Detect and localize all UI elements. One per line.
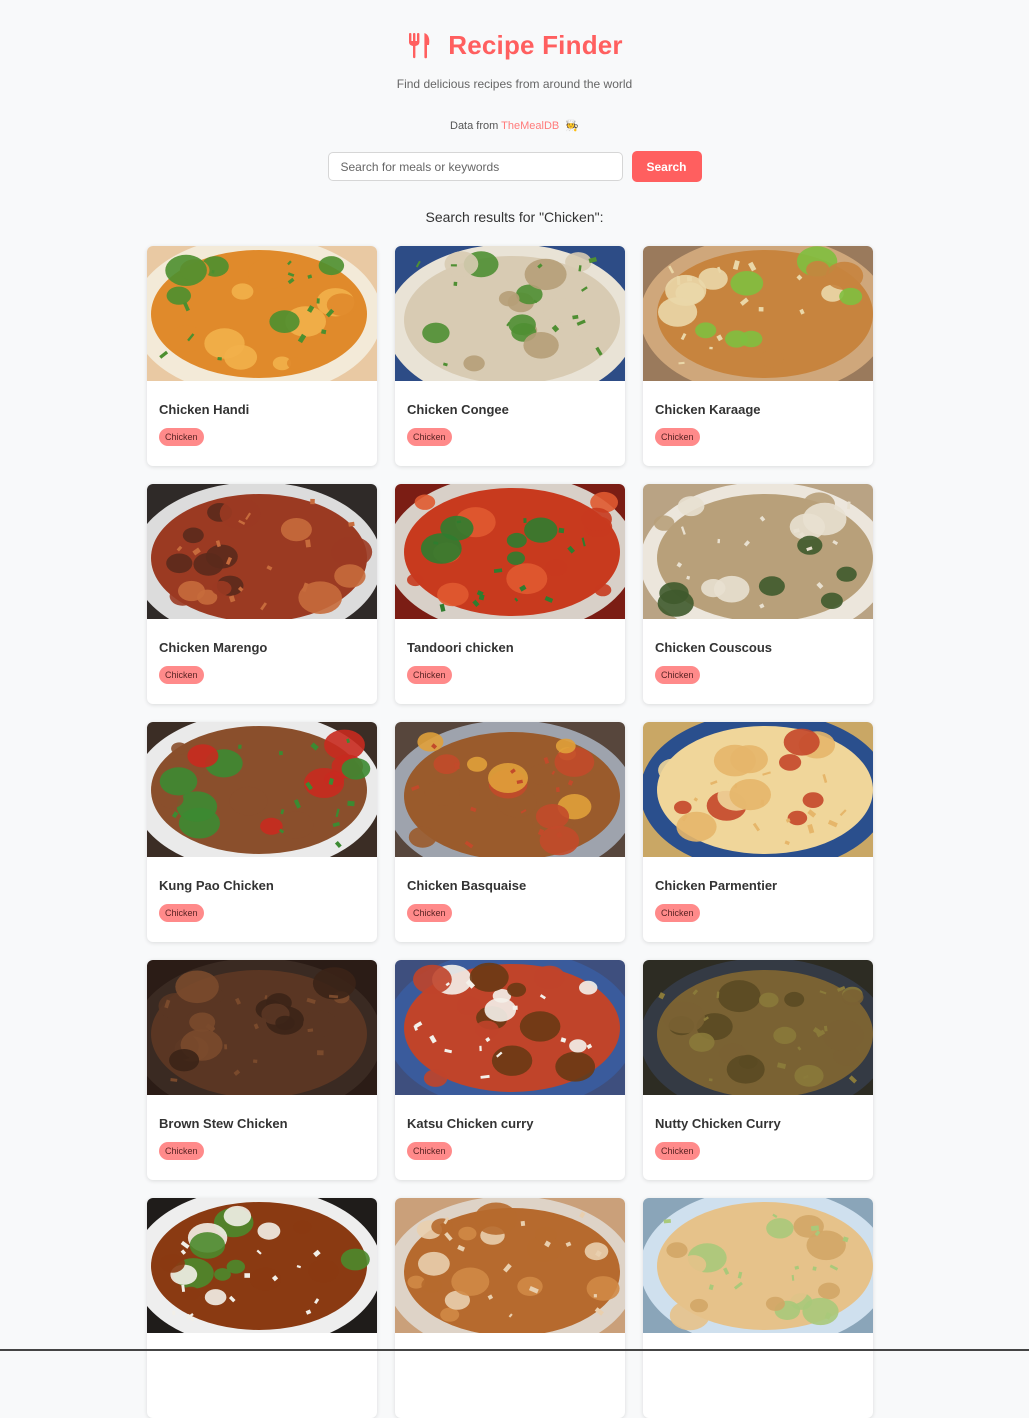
chicken-handi-image	[147, 246, 377, 381]
nutty-chicken-curry-image	[643, 960, 873, 1095]
recipe-title[interactable]: Nutty Chicken Curry	[655, 1116, 861, 1132]
recipe-card-body: Kung Pao Chicken Chicken	[147, 857, 377, 922]
chicken-pie-image	[643, 1198, 873, 1333]
recipe-card-body: Chicken Parmentier Chicken	[643, 857, 873, 922]
recipe-title[interactable]: Tandoori chicken	[407, 640, 613, 656]
recipe-card-body	[147, 1333, 377, 1347]
recipe-title[interactable]: Chicken Marengo	[159, 640, 365, 656]
recipe-title[interactable]: Brown Stew Chicken	[159, 1116, 365, 1132]
category-badge: Chicken	[655, 904, 700, 922]
category-badge: Chicken	[407, 1142, 452, 1160]
recipe-card[interactable]: Katsu Chicken curry Chicken	[395, 960, 625, 1180]
title-row: Recipe Finder	[0, 28, 1029, 62]
recipe-card[interactable]: Chicken Congee Chicken	[395, 246, 625, 466]
recipe-card-body: Katsu Chicken curry Chicken	[395, 1095, 625, 1160]
themealdb-link[interactable]: TheMealDB	[501, 120, 559, 132]
fork-knife-icon	[409, 33, 430, 59]
page-header: Recipe Finder Find delicious recipes fro…	[0, 0, 1029, 225]
teriyaki-chicken-image	[147, 1198, 377, 1333]
recipe-card-body: Chicken Couscous Chicken	[643, 619, 873, 684]
page-title: Recipe Finder	[448, 29, 623, 60]
chef-emoji-icon: 🧑‍🍳	[565, 120, 579, 132]
recipe-title[interactable]: Chicken Karaage	[655, 402, 861, 418]
recipe-title[interactable]: Chicken Couscous	[655, 640, 861, 656]
search-button[interactable]: Search	[631, 151, 702, 182]
results-heading: Search results for "Chicken":	[425, 209, 604, 225]
chicken-parmentier-image	[643, 722, 873, 857]
recipe-grid: Chicken Handi Chicken Chicken Congee Chicke…	[147, 246, 873, 1418]
recipe-card[interactable]: Kung Pao Chicken Chicken	[147, 722, 377, 942]
recipe-card[interactable]	[395, 1198, 625, 1418]
page-subtitle: Find delicious recipes from around the w…	[396, 77, 633, 91]
recipe-title[interactable]: Katsu Chicken curry	[407, 1116, 613, 1132]
chicken-marengo-image	[147, 484, 377, 619]
category-badge: Chicken	[655, 428, 700, 446]
recipe-card[interactable]	[147, 1198, 377, 1418]
recipe-card[interactable]: Chicken Marengo Chicken	[147, 484, 377, 704]
recipe-card[interactable]: Chicken Handi Chicken	[147, 246, 377, 466]
fried-chicken-image	[395, 1198, 625, 1333]
search-input[interactable]	[327, 152, 623, 181]
recipe-title[interactable]: Chicken Basquaise	[407, 878, 613, 894]
brown-stew-chicken-image	[147, 960, 377, 1095]
recipe-card-body: Chicken Marengo Chicken	[147, 619, 377, 684]
recipe-card-body: Chicken Karaage Chicken	[643, 381, 873, 446]
recipe-card[interactable]: Chicken Parmentier Chicken	[643, 722, 873, 942]
category-badge: Chicken	[407, 666, 452, 684]
tandoori-chicken-image	[395, 484, 625, 619]
recipe-card-body: Brown Stew Chicken Chicken	[147, 1095, 377, 1160]
recipe-title[interactable]: Chicken Handi	[159, 402, 365, 418]
chicken-congee-image	[395, 246, 625, 381]
category-badge: Chicken	[159, 904, 204, 922]
category-badge: Chicken	[407, 428, 452, 446]
recipe-card[interactable]: Chicken Karaage Chicken	[643, 246, 873, 466]
chicken-couscous-image	[643, 484, 873, 619]
kung-pao-chicken-image	[147, 722, 377, 857]
search-bar: Search	[0, 151, 1029, 182]
recipe-card[interactable]: Chicken Basquaise Chicken	[395, 722, 625, 942]
katsu-chicken-curry-image	[395, 960, 625, 1095]
recipe-title[interactable]: Kung Pao Chicken	[159, 878, 365, 894]
recipe-card-body: Tandoori chicken Chicken	[395, 619, 625, 684]
recipe-card-body	[395, 1333, 625, 1347]
recipe-card[interactable]	[643, 1198, 873, 1418]
category-badge: Chicken	[159, 1142, 204, 1160]
category-badge: Chicken	[407, 904, 452, 922]
data-source: Data from TheMealDB 🧑‍🍳	[0, 119, 1029, 132]
recipe-card-body: Nutty Chicken Curry Chicken	[643, 1095, 873, 1160]
recipe-title[interactable]: Chicken Parmentier	[655, 878, 861, 894]
category-badge: Chicken	[655, 1142, 700, 1160]
category-badge: Chicken	[159, 428, 204, 446]
category-badge: Chicken	[655, 666, 700, 684]
recipe-card[interactable]: Tandoori chicken Chicken	[395, 484, 625, 704]
recipe-title[interactable]: Chicken Congee	[407, 402, 613, 418]
recipe-card-body: Chicken Basquaise Chicken	[395, 857, 625, 922]
recipe-card-body: Chicken Handi Chicken	[147, 381, 377, 446]
recipe-card[interactable]: Brown Stew Chicken Chicken	[147, 960, 377, 1180]
data-source-prefix: Data from	[450, 120, 499, 132]
recipe-card[interactable]: Nutty Chicken Curry Chicken	[643, 960, 873, 1180]
recipe-card-body	[643, 1333, 873, 1347]
chicken-basquaise-image	[395, 722, 625, 857]
category-badge: Chicken	[159, 666, 204, 684]
recipe-card-body: Chicken Congee Chicken	[395, 381, 625, 446]
chicken-karaage-image	[643, 246, 873, 381]
recipe-card[interactable]: Chicken Couscous Chicken	[643, 484, 873, 704]
